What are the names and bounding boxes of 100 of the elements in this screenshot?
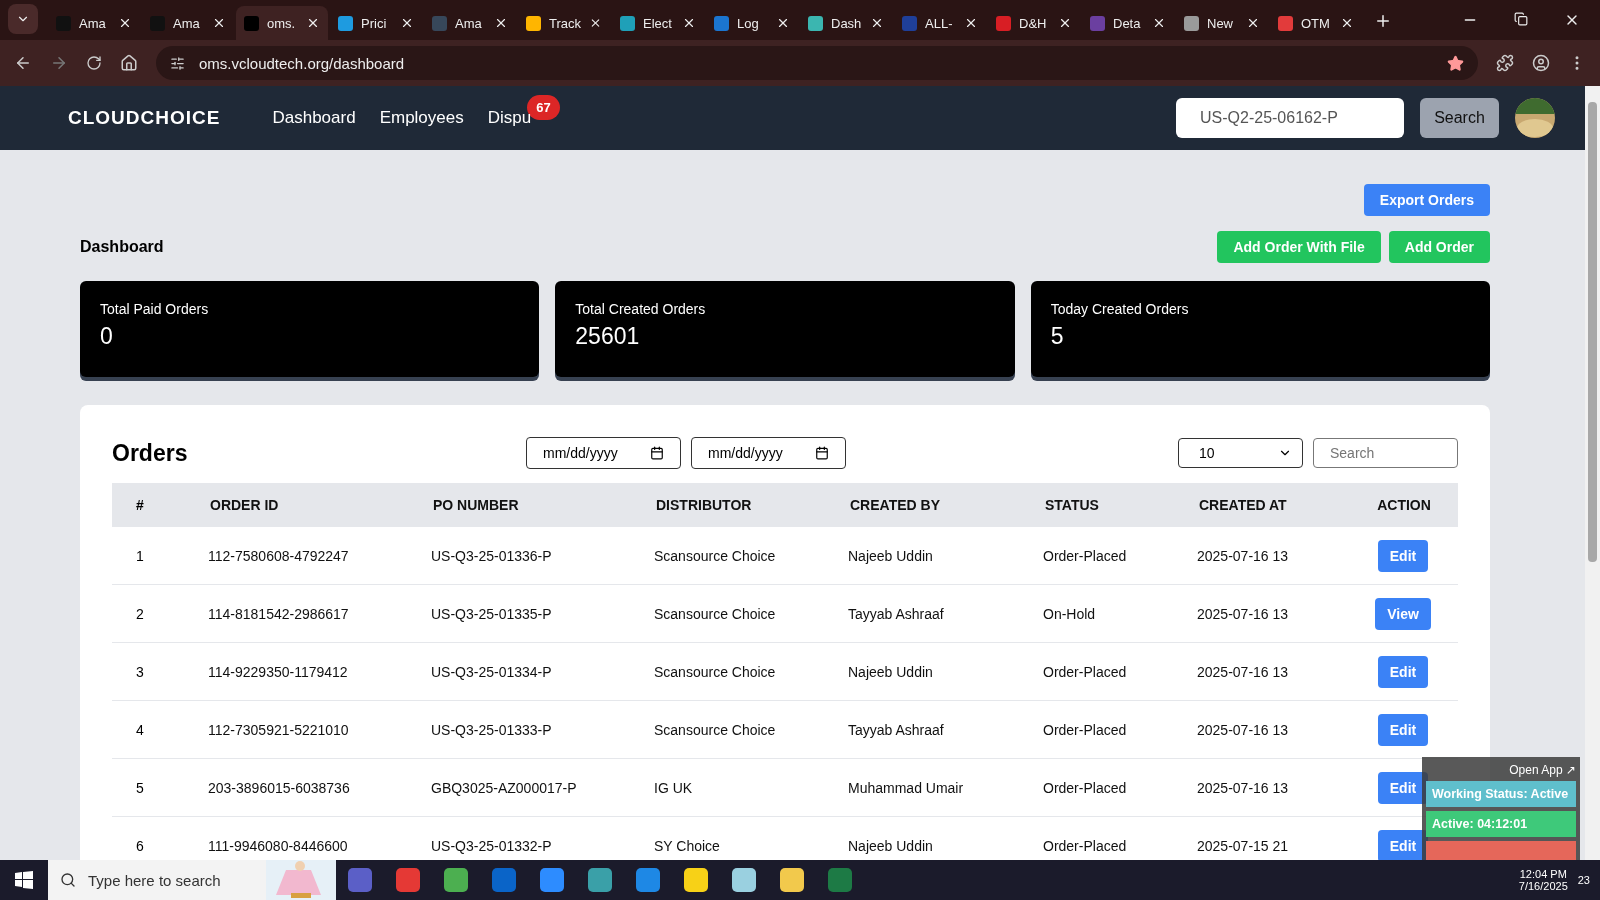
table-cell-text: 2025-07-16 13 <box>1197 605 1290 622</box>
taskbar-search[interactable]: Type here to search <box>48 860 336 900</box>
table-cell-text: IG UK <box>654 779 694 796</box>
table-cell-text: Muhammad Umair <box>848 779 965 796</box>
date-field[interactable]: mm/dd/yyyy <box>526 437 681 469</box>
browser-tab[interactable]: D&H <box>988 6 1080 40</box>
table-cell-text: US-Q3-25-01332-P <box>431 837 553 854</box>
export-button[interactable]: Export Orders <box>1363 184 1490 216</box>
search-field[interactable]: Search <box>1313 438 1458 468</box>
browser-tab[interactable]: Ama <box>48 6 140 40</box>
table-cell-text: Scansource Choice <box>654 721 777 738</box>
table-cell-text: US-Q3-25-01334-P <box>431 663 553 680</box>
search-icon <box>60 872 76 888</box>
close-icon[interactable] <box>400 16 414 30</box>
star-icon[interactable] <box>1447 54 1464 72</box>
close-icon[interactable] <box>1152 16 1166 30</box>
browser-tab[interactable]: Ama <box>424 6 516 40</box>
table-cell-text: 3 <box>135 663 145 680</box>
table-cell-text: Order-Placed <box>1043 779 1128 796</box>
app-icon[interactable] <box>396 868 420 892</box>
profile-icon[interactable] <box>1532 54 1550 72</box>
stat-value: 0 <box>100 323 114 350</box>
table-cell-text: 2025-07-16 13 <box>1197 547 1290 564</box>
restore-icon[interactable] <box>1514 12 1528 26</box>
column-header: CREATED BY <box>849 497 941 513</box>
windows-icon[interactable] <box>15 871 33 889</box>
action-button[interactable]: Edit <box>1377 713 1429 746</box>
new-tab-icon[interactable] <box>1374 12 1392 30</box>
browser-tab[interactable]: Deta <box>1082 6 1174 40</box>
browser-tab[interactable]: OTM <box>1270 6 1362 40</box>
action-button[interactable]: Edit <box>1377 655 1429 688</box>
stat-label: Total Paid Orders <box>100 301 210 317</box>
table-cell-text: 2025-07-16 13 <box>1197 663 1290 680</box>
close-icon[interactable] <box>964 16 978 30</box>
close-icon[interactable] <box>776 16 790 30</box>
table-cell-text: Najeeb Uddin <box>848 837 934 854</box>
app-icon[interactable] <box>636 868 660 892</box>
close-icon[interactable] <box>1340 16 1354 30</box>
close-icon[interactable] <box>1246 16 1260 30</box>
tab-search-button[interactable] <box>8 4 38 34</box>
reload-icon[interactable] <box>86 55 102 71</box>
table-cell-text: 112-7305921-5221010 <box>208 721 350 738</box>
browser-tab[interactable]: Log <box>706 6 798 40</box>
date-field[interactable]: mm/dd/yyyy <box>691 437 846 469</box>
app-icon[interactable] <box>540 868 564 892</box>
app-icon[interactable] <box>588 868 612 892</box>
scrollbar-thumb[interactable] <box>1588 102 1597 562</box>
table-cell-text: SY Choice <box>654 837 721 854</box>
stat-label: Today Created Orders <box>1050 301 1190 317</box>
app-icon[interactable] <box>684 868 708 892</box>
action-button[interactable]: View <box>1375 597 1431 630</box>
close-icon[interactable] <box>1058 16 1072 30</box>
home-icon[interactable] <box>120 54 138 72</box>
address-bar[interactable]: oms.vcloudtech.org/dashboard <box>156 46 1478 80</box>
nav-link[interactable]: Dashboard <box>272 108 356 128</box>
action-button[interactable]: Edit <box>1377 539 1429 572</box>
nav-link[interactable]: Employees <box>379 108 464 128</box>
browser-tab[interactable]: Track <box>518 6 610 40</box>
browser-tab[interactable]: Dash <box>800 6 892 40</box>
close-icon[interactable] <box>870 16 884 30</box>
browser-tab[interactable]: Prici <box>330 6 422 40</box>
stat-value: 25601 <box>575 323 641 350</box>
table-cell-text: 114-8181542-2986617 <box>208 605 350 622</box>
column-header: DISTRIBUTOR <box>655 497 753 513</box>
clock[interactable]: 12:04 PM 7/16/2025 <box>1508 868 1578 892</box>
close-icon[interactable] <box>589 16 602 30</box>
table-cell-text: US-Q3-25-01333-P <box>431 721 553 738</box>
browser-tab[interactable]: New <box>1176 6 1268 40</box>
close-icon[interactable] <box>118 16 132 30</box>
logo[interactable]: CLOUDCHOICE <box>68 107 221 129</box>
app-icon[interactable] <box>732 868 756 892</box>
calendar-icon[interactable] <box>650 446 664 460</box>
browser-tab[interactable]: Ama <box>142 6 234 40</box>
close-icon[interactable] <box>682 16 696 30</box>
open-app-link[interactable]: Open App ↗ <box>1509 763 1576 777</box>
search-field[interactable]: US-Q2-25-06162-P <box>1176 98 1404 138</box>
table-cell-text: Order-Placed <box>1043 721 1128 738</box>
table-cell-text: Scansource Choice <box>654 547 777 564</box>
site-settings-icon[interactable] <box>170 55 185 71</box>
forward-icon[interactable] <box>50 54 68 72</box>
notification-count[interactable]: 23 <box>1577 874 1590 886</box>
calendar-icon[interactable] <box>815 446 829 460</box>
browser-tab[interactable]: ALL- <box>894 6 986 40</box>
back-icon[interactable] <box>14 54 32 72</box>
browser-tab[interactable]: Elect <box>612 6 704 40</box>
extensions-icon[interactable] <box>1496 54 1514 72</box>
column-header: ORDER ID <box>209 497 280 513</box>
table-cell-text: Tayyab Ashraaf <box>848 721 945 738</box>
search-button[interactable]: Search <box>1420 98 1499 138</box>
browser-tab[interactable]: oms. <box>236 6 328 40</box>
app-icon[interactable] <box>780 868 804 892</box>
close-icon[interactable] <box>306 16 320 30</box>
table-cell-text: US-Q3-25-01335-P <box>431 605 553 622</box>
page-size-select[interactable]: 10 <box>1178 438 1303 468</box>
close-icon[interactable] <box>212 16 226 30</box>
table-cell-text: 5 <box>135 779 145 796</box>
table-cell-text: 2 <box>135 605 145 622</box>
table-cell-text: Order-Placed <box>1043 837 1128 854</box>
app-icon[interactable] <box>444 868 468 892</box>
close-icon[interactable] <box>494 16 508 30</box>
